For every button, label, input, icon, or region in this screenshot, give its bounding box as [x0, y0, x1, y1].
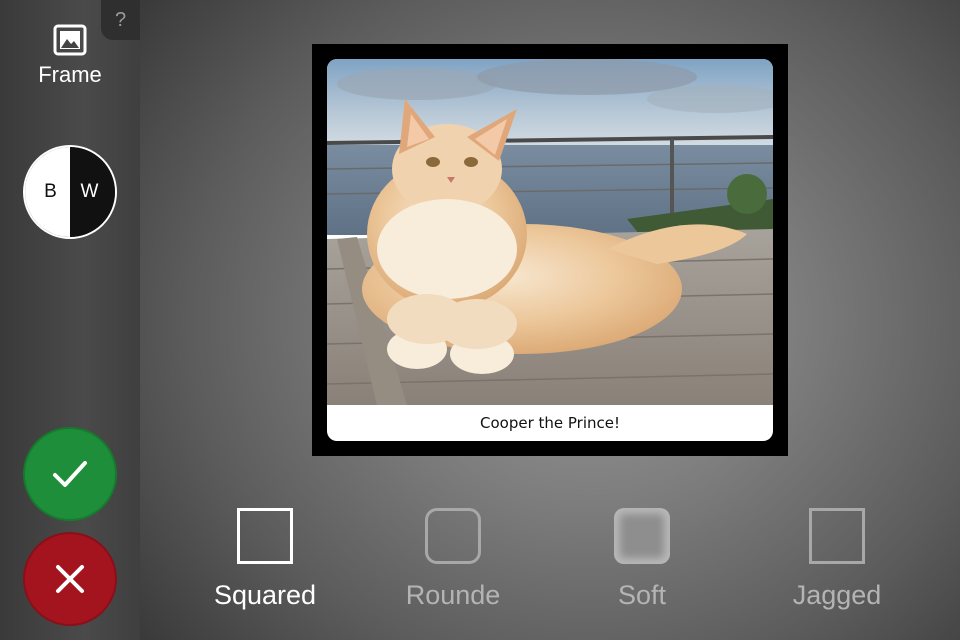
style-option-rounded[interactable]: Rounde [358, 508, 548, 611]
style-option-label: Squared [213, 580, 317, 610]
checkmark-icon [53, 461, 87, 487]
style-option-squared[interactable]: Squared [170, 508, 360, 611]
image-icon [53, 24, 87, 56]
photo-card: Cooper the Prince! [327, 59, 773, 441]
rounded-frame-icon [425, 508, 481, 564]
frame-style-picker: Squared Rounde Soft Jagged [170, 508, 930, 628]
squared-frame-icon [237, 508, 293, 564]
confirm-button[interactable] [23, 427, 117, 521]
style-option-label: Jagged [792, 580, 882, 610]
photo-frame: Cooper the Prince! [312, 44, 788, 456]
bw-toggle-white-label: W [70, 147, 115, 237]
bw-toggle[interactable]: B W [23, 145, 117, 239]
help-button[interactable]: ? [101, 0, 140, 40]
frame-tool-label: Frame [38, 62, 102, 87]
jagged-frame-icon [809, 508, 865, 564]
cat-photo [327, 59, 773, 405]
style-option-label: Rounde [405, 580, 501, 610]
tool-sidebar: Frame B W [0, 0, 140, 640]
photo-caption: Cooper the Prince! [479, 414, 620, 432]
style-option-soft[interactable]: Soft [547, 508, 737, 611]
bw-toggle-black-label: B [25, 147, 70, 237]
soft-frame-icon [614, 508, 670, 564]
style-option-label: Soft [617, 580, 667, 610]
close-icon [56, 565, 84, 593]
style-option-jagged[interactable]: Jagged [742, 508, 932, 611]
cancel-button[interactable] [23, 532, 117, 626]
